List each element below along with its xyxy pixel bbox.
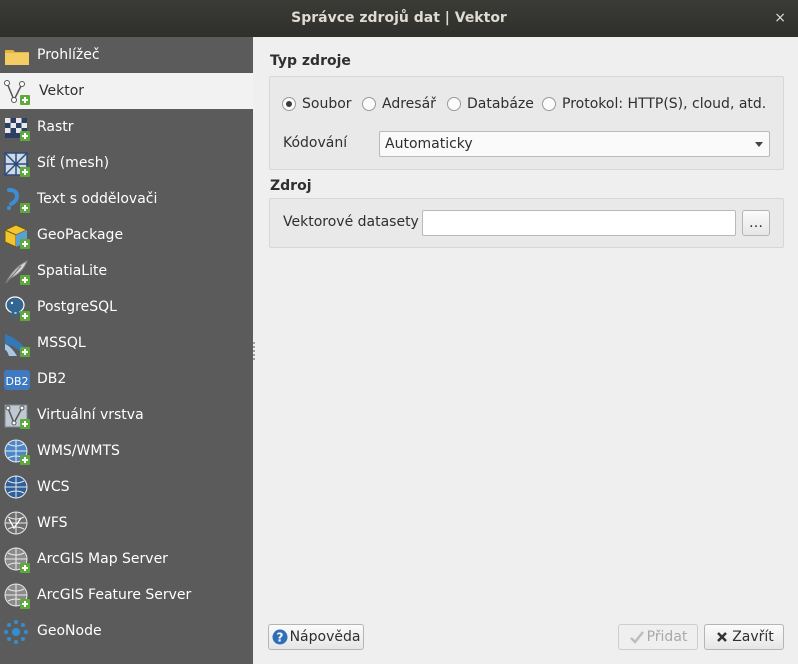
- radio-file[interactable]: Soubor: [282, 96, 352, 112]
- sidebar-item-label: Vektor: [39, 83, 85, 99]
- delimited-text-icon: [7, 188, 30, 213]
- browse-label: …: [749, 215, 763, 231]
- help-icon: ?: [272, 629, 288, 645]
- source-list-sidebar: Prohlížeč Vektor Rastr Síť (mesh) Text s…: [0, 37, 253, 664]
- geopackage-icon: [4, 224, 30, 249]
- encoding-select[interactable]: Automaticky: [379, 131, 770, 157]
- source-type-group: Soubor Adresář Databáze Protokol: HTTP(S…: [269, 76, 784, 170]
- source-title: Zdroj: [270, 178, 312, 194]
- help-label: Nápověda: [289, 629, 361, 645]
- sidebar-item-label: WCS: [37, 479, 70, 495]
- sidebar-item-label: GeoPackage: [37, 227, 124, 243]
- sidebar-item-label: Prohlížeč: [37, 47, 100, 63]
- sidebar-item-db2[interactable]: DB2 DB2: [0, 361, 253, 397]
- radio-indicator: [282, 97, 296, 111]
- virtual-layer-icon: [4, 404, 30, 429]
- close-icon: [717, 632, 728, 642]
- sidebar-item-mesh[interactable]: Síť (mesh): [0, 145, 253, 181]
- sidebar-item-wcs[interactable]: WCS: [0, 469, 253, 505]
- sidebar-item-label: SpatiaLite: [37, 263, 108, 279]
- vector-datasets-label: Vektorové datasety: [283, 214, 419, 230]
- sidebar-item-spatialite[interactable]: SpatiaLite: [0, 253, 253, 289]
- close-window-icon[interactable]: ×: [774, 0, 786, 37]
- radio-indicator: [362, 97, 376, 111]
- sidebar-item-label: DB2: [37, 371, 67, 387]
- radio-indicator: [542, 97, 556, 111]
- checkmark-icon: [629, 631, 644, 644]
- sidebar-item-label: Virtuální vrstva: [37, 407, 144, 423]
- svg-text:?: ?: [276, 631, 283, 645]
- browse-button[interactable]: …: [742, 210, 770, 236]
- radio-protocol[interactable]: Protokol: HTTP(S), cloud, atd.: [542, 96, 766, 112]
- chevron-down-icon: [755, 142, 763, 147]
- geonode-icon: [4, 620, 28, 644]
- radio-label: Soubor: [302, 96, 352, 112]
- sidebar-item-label: MSSQL: [37, 335, 86, 351]
- add-button[interactable]: Přidat: [618, 624, 698, 650]
- source-group: Vektorové datasety …: [269, 198, 784, 248]
- vector-source-panel: Typ zdroje Soubor Adresář Databáze Proto…: [256, 37, 798, 664]
- wms-icon: [4, 439, 30, 465]
- sidebar-item-raster[interactable]: Rastr: [0, 109, 253, 145]
- sidebar-item-virtual-layer[interactable]: Virtuální vrstva: [0, 397, 253, 433]
- wfs-icon: [4, 511, 28, 535]
- wcs-icon: [4, 475, 28, 499]
- sidebar-item-label: WFS: [37, 515, 68, 531]
- raster-icon: [5, 118, 30, 141]
- sidebar-item-label: Síť (mesh): [37, 155, 110, 171]
- db2-icon: DB2: [4, 370, 30, 390]
- arcgis-feature-server-icon: [4, 583, 30, 609]
- postgresql-icon: [5, 296, 30, 321]
- sidebar-item-label: ArcGIS Map Server: [37, 551, 168, 567]
- mesh-icon: [4, 152, 30, 177]
- close-button[interactable]: Zavřít: [704, 624, 784, 650]
- radio-database[interactable]: Databáze: [447, 96, 534, 112]
- encoding-value: Automaticky: [385, 136, 473, 152]
- sidebar-item-geopackage[interactable]: GeoPackage: [0, 217, 253, 253]
- sidebar-item-label: ArcGIS Feature Server: [37, 587, 192, 603]
- help-button[interactable]: ? Nápověda: [268, 624, 364, 650]
- sidebar-item-wfs[interactable]: WFS: [0, 505, 253, 541]
- sidebar-item-label: WMS/WMTS: [37, 443, 120, 459]
- sidebar-item-wms-wmts[interactable]: WMS/WMTS: [0, 433, 253, 469]
- radio-indicator: [447, 97, 461, 111]
- sidebar-item-arcgis-map-server[interactable]: ArcGIS Map Server: [0, 541, 253, 577]
- sidebar-item-label: Rastr: [37, 119, 74, 135]
- arcgis-map-server-icon: [4, 547, 30, 573]
- radio-label: Protokol: HTTP(S), cloud, atd.: [562, 96, 767, 112]
- sidebar-item-geonode[interactable]: GeoNode: [0, 613, 253, 649]
- folder-icon: [5, 50, 29, 65]
- radio-label: Adresář: [382, 96, 436, 112]
- add-label: Přidat: [646, 629, 688, 645]
- spatialite-icon: [5, 259, 30, 285]
- sidebar-item-delimited-text[interactable]: Text s oddělovači: [0, 181, 253, 217]
- sidebar-item-label: PostgreSQL: [37, 299, 117, 315]
- sidebar-item-vector[interactable]: Vektor: [0, 73, 253, 109]
- sidebar-item-arcgis-feature-server[interactable]: ArcGIS Feature Server: [0, 577, 253, 613]
- window-titlebar: Správce zdrojů dat | Vektor ×: [0, 0, 798, 37]
- source-type-title: Typ zdroje: [270, 53, 351, 69]
- sidebar-item-browser[interactable]: Prohlížeč: [0, 37, 253, 73]
- window-title: Správce zdrojů dat | Vektor: [291, 10, 507, 26]
- sidebar-item-postgresql[interactable]: PostgreSQL: [0, 289, 253, 325]
- mssql-icon: [5, 334, 30, 357]
- db2-icon-text: DB2: [5, 375, 28, 388]
- radio-label: Databáze: [467, 96, 534, 112]
- close-label: Zavřít: [732, 629, 774, 645]
- encoding-label: Kódování: [283, 135, 348, 151]
- sidebar-item-label: GeoNode: [37, 623, 102, 639]
- sidebar-item-mssql[interactable]: MSSQL: [0, 325, 253, 361]
- vector-datasets-input[interactable]: [422, 210, 736, 236]
- radio-directory[interactable]: Adresář: [362, 96, 436, 112]
- sidebar-item-label: Text s oddělovači: [37, 191, 158, 207]
- vector-icon: [4, 80, 30, 105]
